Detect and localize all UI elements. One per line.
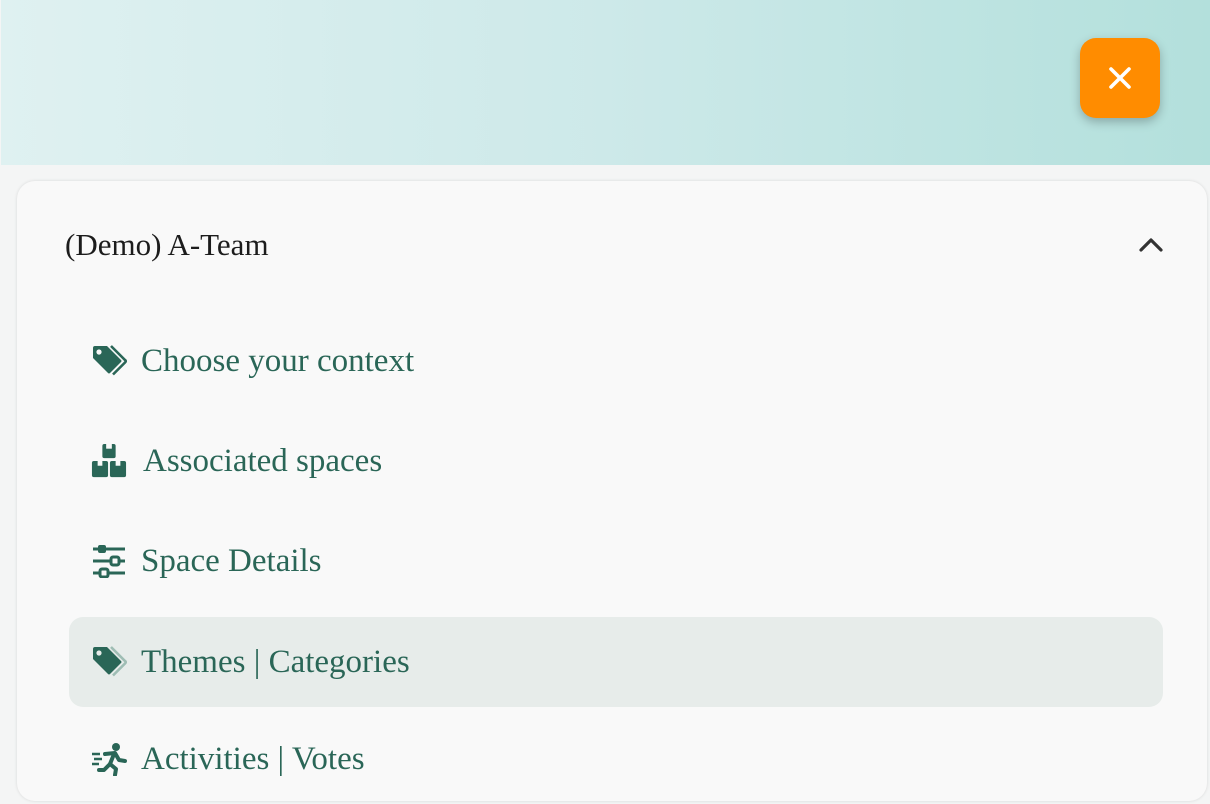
sliders-icon — [91, 543, 127, 579]
tags-icon — [91, 343, 127, 379]
menu-item-label: Space Details — [141, 542, 322, 579]
menu-item-choose-context[interactable]: Choose your context — [69, 316, 1163, 406]
menu-item-space-details[interactable]: Space Details — [69, 516, 1163, 606]
space-title: (Demo) A-Team — [65, 227, 269, 262]
tags-icon — [91, 644, 127, 680]
menu-item-themes-categories[interactable]: Themes | Categories — [69, 617, 1163, 707]
running-person-icon — [91, 741, 127, 777]
collapse-toggle[interactable] — [1134, 229, 1168, 259]
menu-item-activities-votes[interactable]: Activities | Votes — [69, 714, 1163, 804]
header-banner — [1, 0, 1210, 165]
menu-item-label: Activities | Votes — [141, 740, 365, 777]
chevron-up-icon — [1139, 238, 1163, 252]
boxes-icon — [91, 443, 127, 479]
menu-item-label: Choose your context — [141, 342, 415, 379]
close-icon — [1109, 67, 1131, 89]
menu-item-label: Themes | Categories — [141, 643, 410, 680]
close-button[interactable] — [1080, 38, 1160, 118]
menu-item-associated-spaces[interactable]: Associated spaces — [69, 416, 1163, 506]
space-menu-card: (Demo) A-Team Choose your context Associ… — [17, 181, 1207, 801]
menu-item-label: Associated spaces — [143, 442, 383, 479]
